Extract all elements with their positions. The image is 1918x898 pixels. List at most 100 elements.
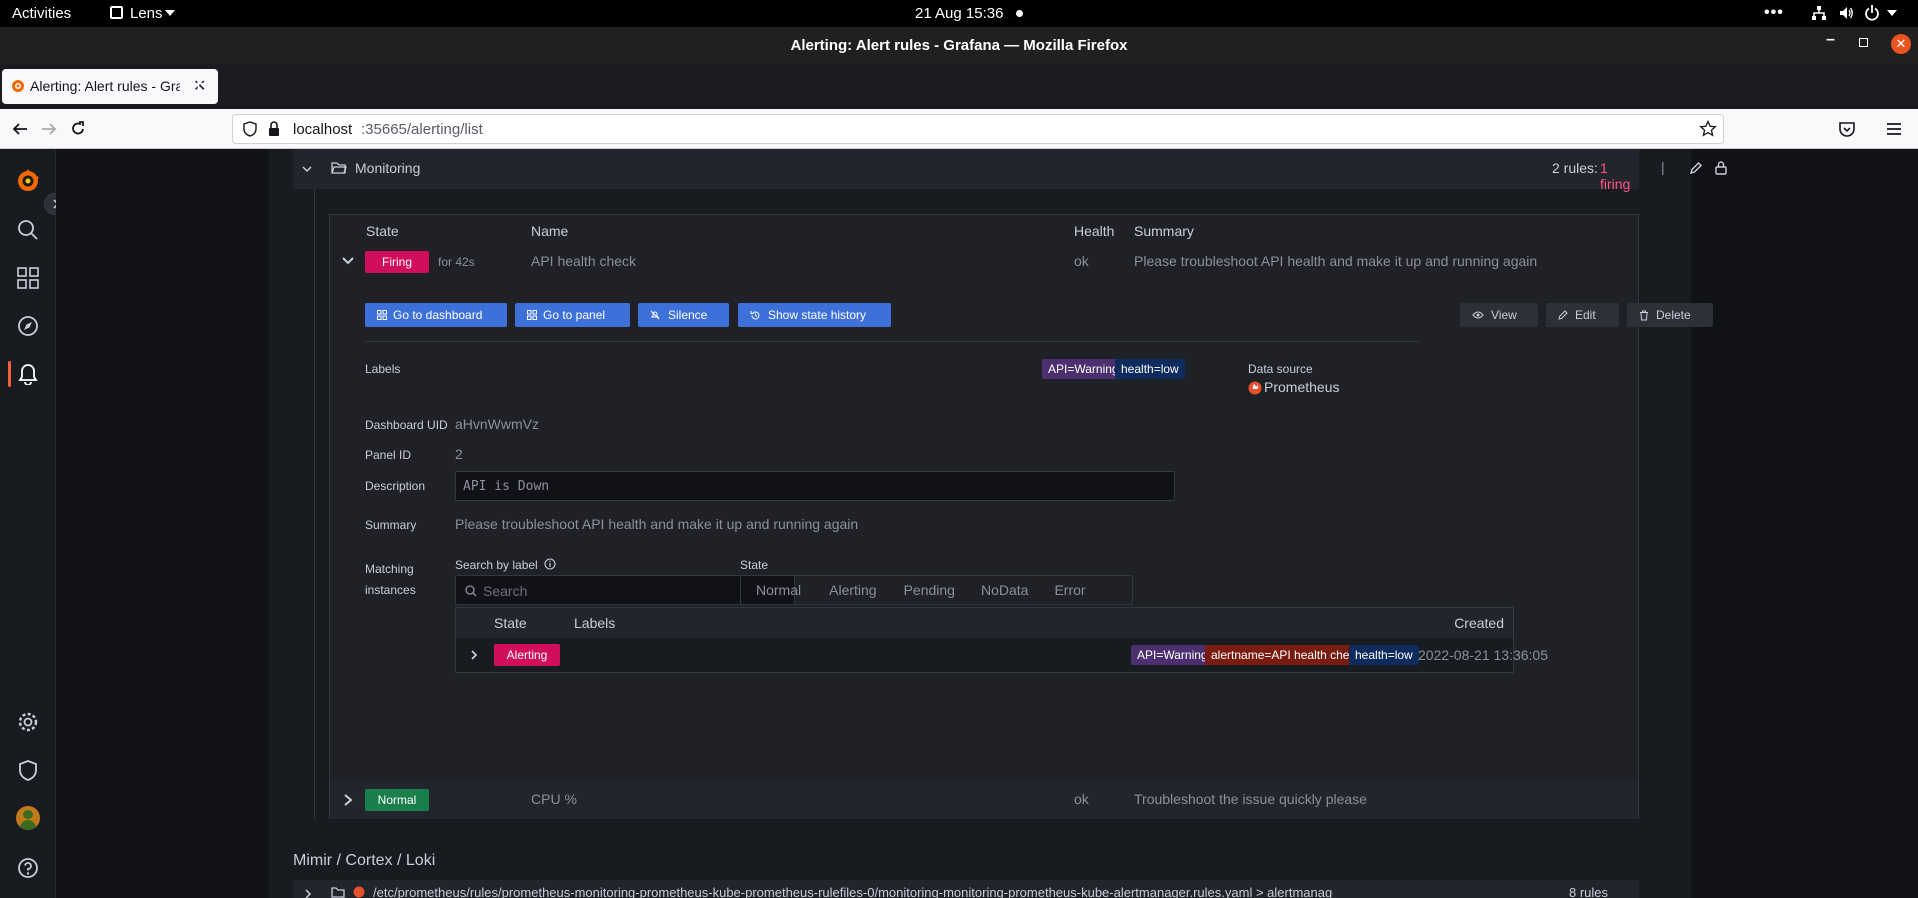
- state-badge-normal: Normal: [365, 789, 429, 811]
- back-icon[interactable]: [11, 120, 29, 138]
- instance-label-tag: API=Warning: [1131, 645, 1214, 665]
- section-title-mimir: Mimir / Cortex / Loki: [293, 852, 436, 869]
- edit-button[interactable]: Edit: [1546, 303, 1619, 327]
- power-icon[interactable]: [1864, 4, 1880, 22]
- edit-pencil-icon[interactable]: [1689, 161, 1703, 175]
- header-summary: Summary: [1134, 223, 1194, 239]
- matching-instances-title-1: Matching: [365, 562, 414, 576]
- trash-icon: [1640, 310, 1648, 320]
- chevron-down-icon: [165, 10, 175, 16]
- chevron-right-icon[interactable]: [303, 889, 313, 898]
- datasource-name[interactable]: Prometheus: [1264, 379, 1339, 395]
- instances-table: State Labels Created Alerting API=Warnin…: [455, 607, 1548, 673]
- rule-health: ok: [1074, 791, 1089, 807]
- header-name: Name: [531, 223, 569, 239]
- rule-file-path: /etc/prometheus/rules/prometheus-monitor…: [373, 885, 1333, 898]
- system-top-bar: Activities Lens 21 Aug 15:36 •••: [0, 0, 1918, 27]
- window-title: Alerting: Alert rules - Grafana — Mozill…: [790, 37, 1128, 54]
- chevron-right-icon[interactable]: [342, 793, 354, 807]
- panel-id-label: Panel ID: [365, 448, 412, 462]
- shield-tracking-icon[interactable]: [242, 121, 258, 137]
- maximize-icon[interactable]: [1859, 38, 1868, 47]
- state-filter-pending[interactable]: Pending: [904, 582, 955, 598]
- rule-summary: Please troubleshoot API health and make …: [1134, 253, 1538, 269]
- hamburger-menu-icon[interactable]: [1885, 120, 1903, 138]
- search-by-label-title: Search by label: [455, 558, 538, 572]
- header-health: Health: [1074, 223, 1115, 239]
- new-tab-icon[interactable]: +: [192, 71, 205, 97]
- state-filter-error[interactable]: Error: [1054, 582, 1085, 598]
- go-to-dashboard-button[interactable]: Go to dashboard: [365, 303, 507, 327]
- search-icon[interactable]: [17, 219, 39, 241]
- url-bar[interactable]: localhost :35665/alerting/list: [232, 114, 1724, 144]
- show-state-history-button[interactable]: Show state history: [738, 303, 891, 327]
- rules-count: 8 rules: [1569, 885, 1609, 898]
- go-to-panel-button[interactable]: Go to panel: [515, 303, 630, 327]
- forward-icon[interactable]: [40, 120, 58, 138]
- app-menu[interactable]: Lens: [130, 5, 163, 22]
- rule-summary: Troubleshoot the issue quickly please: [1134, 791, 1367, 807]
- chevron-down-icon[interactable]: [341, 254, 355, 268]
- eye-icon: [1472, 311, 1484, 319]
- close-window-icon[interactable]: ✕: [1891, 34, 1911, 54]
- rule-group-header[interactable]: /etc/prometheus/rules/prometheus-monitor…: [293, 880, 1639, 898]
- search-placeholder: Search: [483, 583, 528, 599]
- activities-button[interactable]: Activities: [12, 5, 71, 22]
- header-separator: |: [1661, 159, 1665, 175]
- info-circle-icon[interactable]: [544, 558, 556, 570]
- summary-value: Please troubleshoot API health and make …: [455, 516, 859, 532]
- browser-tab-active[interactable]: Alerting: Alert rules - Grafa ✕: [2, 69, 218, 104]
- lock-icon[interactable]: [1714, 160, 1728, 176]
- grafana-logo-icon[interactable]: [15, 168, 41, 194]
- dashboards-icon[interactable]: [17, 267, 39, 289]
- grafana-favicon-icon: [12, 80, 24, 92]
- bookmark-star-icon[interactable]: [1699, 120, 1717, 138]
- show-state-history-label: Show state history: [768, 308, 867, 322]
- description-label: Description: [365, 479, 426, 493]
- state-filter-normal[interactable]: Normal: [756, 582, 801, 598]
- url-host: localhost: [293, 121, 353, 138]
- lock-icon[interactable]: [267, 121, 281, 137]
- more-icon[interactable]: •••: [1764, 4, 1784, 22]
- clock[interactable]: 21 Aug 15:36: [915, 5, 1003, 22]
- volume-icon[interactable]: [1838, 5, 1854, 21]
- view-button[interactable]: View: [1460, 303, 1538, 327]
- user-avatar[interactable]: [16, 806, 40, 830]
- network-icon[interactable]: [1811, 5, 1827, 21]
- delete-button[interactable]: Delete: [1627, 303, 1713, 327]
- instances-header-state: State: [494, 615, 527, 631]
- rule-group-header[interactable]: Monitoring 2 rules: 1 firing |: [293, 149, 1727, 192]
- minimize-icon[interactable]: –: [1826, 31, 1835, 49]
- pocket-icon[interactable]: [1838, 120, 1856, 138]
- alerting-bell-icon[interactable]: [17, 363, 39, 385]
- state-badge-alerting: Alerting: [494, 644, 560, 666]
- rule-name: API health check: [531, 253, 637, 269]
- state-filter-alerting[interactable]: Alerting: [829, 582, 876, 598]
- instances-header-labels: Labels: [574, 615, 616, 631]
- app-icon: [110, 6, 123, 19]
- system-menu-chevron-icon[interactable]: [1887, 10, 1897, 16]
- rule-row[interactable]: Normal CPU % ok Troubleshoot the issue q…: [330, 781, 1638, 819]
- chevron-right-icon[interactable]: [468, 649, 480, 661]
- grafana-sidemenu: [0, 149, 66, 898]
- silence-button[interactable]: Silence: [638, 303, 729, 327]
- tab-title: Alerting: Alert rules - Grafa: [30, 78, 180, 94]
- state-filter-group: Normal Alerting Pending NoData Error: [740, 575, 1133, 605]
- description-value: API is Down: [463, 479, 550, 494]
- explore-compass-icon[interactable]: [17, 315, 39, 337]
- reload-icon[interactable]: [69, 120, 87, 138]
- rule-name: CPU %: [531, 791, 577, 807]
- instance-label-tag: alertname=API health check: [1205, 645, 1368, 665]
- datasource-title: Data source: [1248, 362, 1313, 376]
- chevron-down-icon[interactable]: [301, 163, 313, 175]
- rule-row-expanded: Firing for 42s API health check ok Pleas…: [330, 245, 1713, 781]
- folder-icon: [331, 887, 345, 898]
- configuration-gear-icon[interactable]: [17, 711, 39, 733]
- help-icon[interactable]: [17, 857, 39, 879]
- silence-label: Silence: [668, 308, 708, 322]
- go-to-panel-label: Go to panel: [543, 308, 606, 322]
- state-filter-nodata[interactable]: NoData: [981, 582, 1028, 598]
- instance-label-tag: health=low: [1349, 645, 1419, 665]
- server-admin-shield-icon[interactable]: [17, 759, 39, 781]
- instances-header: State Labels Created: [456, 608, 1513, 638]
